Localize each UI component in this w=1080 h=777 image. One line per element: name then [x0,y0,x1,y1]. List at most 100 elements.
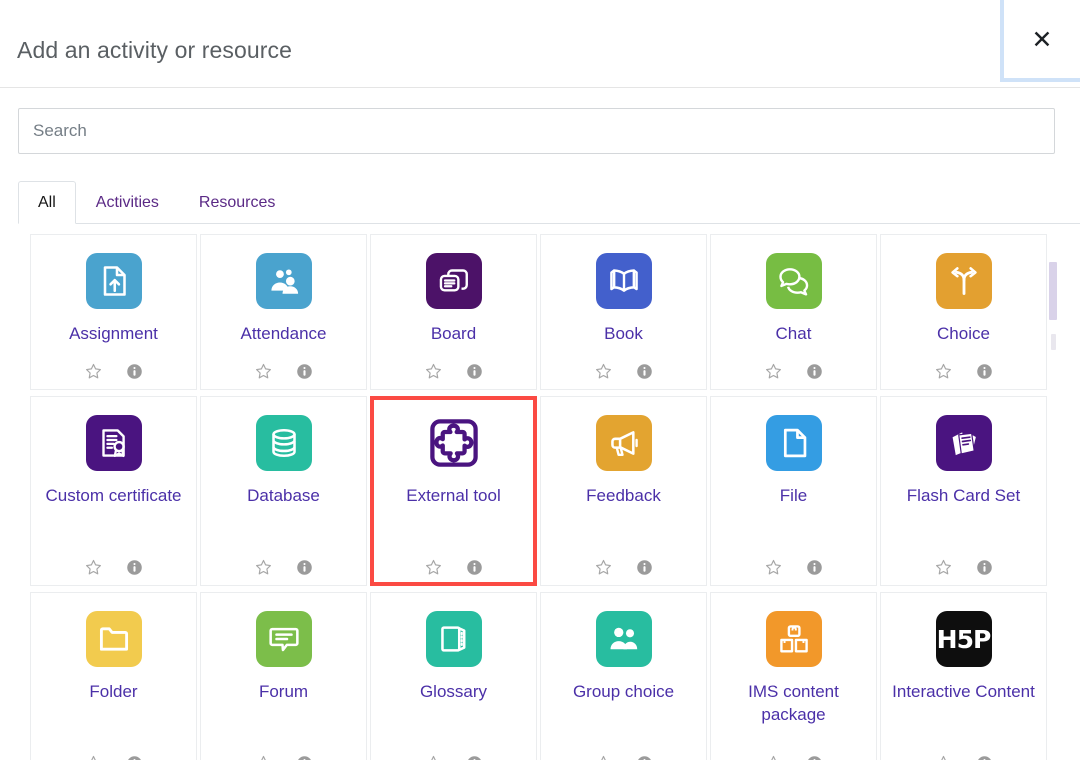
activity-card-actions [84,352,144,381]
choice-icon [935,253,992,309]
activity-card-label: IMS content package [748,682,839,724]
activity-card-label: Choice [937,324,990,343]
activity-card-ims-content-package[interactable]: IMS content package [710,592,877,760]
activity-card-label: Flash Card Set [906,486,1021,505]
assignment-icon [85,253,142,309]
activity-card-folder[interactable]: Folder [30,592,197,760]
activity-card-choice[interactable]: Choice [880,234,1047,390]
activity-card-chat[interactable]: Chat [710,234,877,390]
star-outline-icon[interactable] [254,362,273,381]
activity-card-glossary[interactable]: Glossary [370,592,537,760]
activity-card-label: Folder [89,682,138,701]
info-circle-icon[interactable] [465,558,484,577]
info-circle-icon[interactable] [805,754,824,760]
activity-card-file[interactable]: File [710,396,877,586]
star-outline-icon[interactable] [254,558,273,577]
forum-icon [255,611,312,667]
activity-card-group-choice[interactable]: Group choice [540,592,707,760]
grid-scrollbar-thumb-secondary[interactable] [1051,334,1056,350]
info-circle-icon[interactable] [975,558,994,577]
activity-card-external-tool[interactable]: External tool [370,396,537,586]
activity-card-board[interactable]: Board [370,234,537,390]
chat-icon [765,253,822,309]
activity-card-custom-certificate[interactable]: Custom certificate [30,396,197,586]
info-circle-icon[interactable] [975,362,994,381]
tab-resources[interactable]: Resources [179,181,295,224]
activity-card-actions [594,352,654,381]
activity-card-label: Glossary [419,682,488,701]
info-circle-icon[interactable] [295,754,314,760]
star-outline-icon[interactable] [764,558,783,577]
attendance-icon [255,253,312,309]
info-circle-icon[interactable] [805,558,824,577]
activity-card-label: Assignment [69,324,158,343]
activity-card-actions [764,744,824,760]
modal-body: AllActivitiesResources Assignment Attenda… [0,88,1080,777]
info-circle-icon[interactable] [805,362,824,381]
activity-card-database[interactable]: Database [200,396,367,586]
group-choice-icon [595,611,652,667]
star-outline-icon[interactable] [424,362,443,381]
star-outline-icon[interactable] [254,754,273,760]
activity-card-actions [594,744,654,760]
activity-card-actions [594,548,654,577]
activity-card-actions [934,352,994,381]
grid-scrollbar[interactable] [1049,224,1058,760]
h5p-badge-text: H5P [936,624,992,654]
add-activity-modal: Add an activity or resource ✕ AllActivit… [0,0,1080,777]
tab-all[interactable]: All [18,181,76,224]
custom-certificate-icon [85,415,142,471]
info-circle-icon[interactable] [635,362,654,381]
board-icon [425,253,482,309]
h5p-icon: H5P [935,611,992,667]
glossary-icon [425,611,482,667]
info-circle-icon[interactable] [125,754,144,760]
grid-scrollbar-thumb[interactable] [1049,262,1057,320]
info-circle-icon[interactable] [125,558,144,577]
activity-card-assignment[interactable]: Assignment [30,234,197,390]
info-circle-icon[interactable] [635,754,654,760]
activity-card-label: Interactive Content [892,682,1035,701]
activity-card-label: Custom certificate [45,486,182,505]
activity-card-flash-card-set[interactable]: Flash Card Set [880,396,1047,586]
info-circle-icon[interactable] [295,362,314,381]
star-outline-icon[interactable] [934,362,953,381]
close-button[interactable]: ✕ [1000,0,1080,82]
star-outline-icon[interactable] [934,558,953,577]
star-outline-icon[interactable] [764,362,783,381]
star-outline-icon[interactable] [84,558,103,577]
activity-card-label: Database [247,486,320,505]
star-outline-icon[interactable] [424,754,443,760]
external-tool-icon [426,415,482,471]
activity-card-forum[interactable]: Forum [200,592,367,760]
activity-card-feedback[interactable]: Feedback [540,396,707,586]
flash-card-set-icon [935,415,992,471]
activity-card-actions [934,548,994,577]
info-circle-icon[interactable] [125,362,144,381]
star-outline-icon[interactable] [424,558,443,577]
info-circle-icon[interactable] [635,558,654,577]
star-outline-icon[interactable] [594,754,613,760]
star-outline-icon[interactable] [594,558,613,577]
star-outline-icon[interactable] [764,754,783,760]
info-circle-icon[interactable] [465,754,484,760]
activity-card-actions [84,744,144,760]
activity-card-book[interactable]: Book [540,234,707,390]
activity-card-label: File [779,486,808,505]
star-outline-icon[interactable] [934,754,953,760]
star-outline-icon[interactable] [84,754,103,760]
activity-card-attendance[interactable]: Attendance [200,234,367,390]
info-circle-icon[interactable] [465,362,484,381]
star-outline-icon[interactable] [594,362,613,381]
activity-card-actions [764,548,824,577]
activity-card-label: Board [430,324,477,343]
tab-activities[interactable]: Activities [76,181,179,224]
star-outline-icon[interactable] [84,362,103,381]
info-circle-icon[interactable] [295,558,314,577]
info-circle-icon[interactable] [975,754,994,760]
activity-card-label: Group choice [572,682,675,701]
activity-card-interactive-content[interactable]: H5P Interactive Content [880,592,1047,760]
file-icon [765,415,822,471]
search-input[interactable] [18,108,1055,154]
feedback-icon [595,415,652,471]
